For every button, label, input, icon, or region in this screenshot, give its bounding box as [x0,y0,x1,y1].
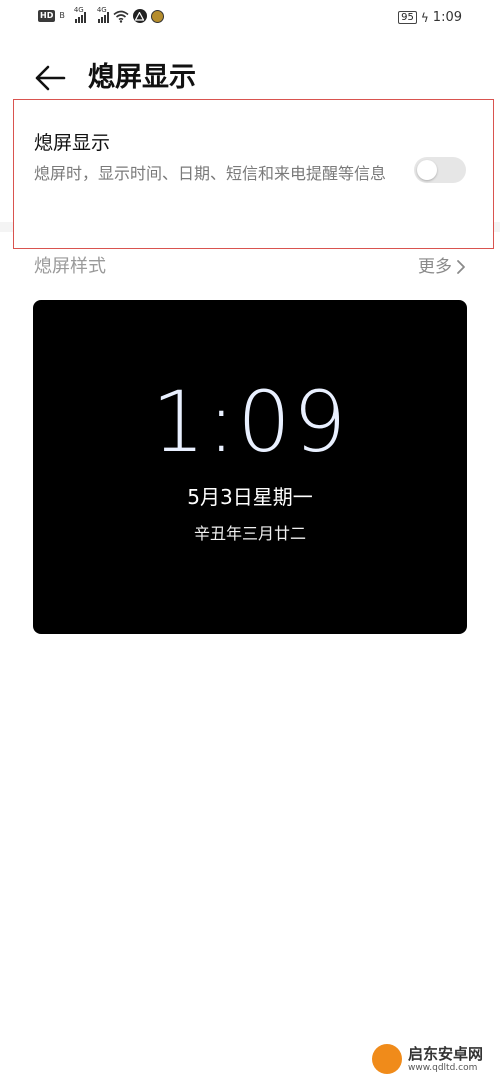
status-bar: HD B 4G 4G 95 ϟ 1:09 [0,0,500,36]
arrow-left-icon [35,65,66,91]
watermark-text: 启东安卓网 www.qdltd.com [408,1045,483,1074]
preview-date: 5月3日星期一 [187,485,313,509]
hd-badge: HD [38,10,56,22]
watermark-logo-icon [372,1044,402,1074]
setting-title: 熄屏显示 [34,132,111,154]
status-icons-left: HD B 4G 4G [38,6,164,23]
more-styles-link[interactable]: 更多 [418,254,466,280]
watermark-url: www.qdltd.com [408,1062,478,1073]
back-button[interactable] [30,58,70,98]
watermark-name: 启东安卓网 [408,1044,484,1063]
aod-style-preview[interactable]: 1:09 5月3日星期一 辛丑年三月廿二 [33,300,467,634]
sim-badge: B [59,11,65,20]
signal-icon: 4G [96,6,109,23]
page-title: 熄屏显示 [88,62,196,93]
aod-toggle-switch[interactable] [414,157,466,183]
wifi-icon [113,10,129,23]
battery-icon: 95 [398,11,417,24]
aod-toggle-row[interactable]: 熄屏显示 熄屏时，显示时间、日期、短信和来电提醒等信息 [13,99,494,249]
lightning-bolt-icon: ϟ [420,10,429,25]
app-notification-icon [150,9,164,23]
signal-icon: 4G [73,6,86,23]
status-icons-right: 95 ϟ 1:09 [398,10,462,25]
app-notification-icon [132,9,147,23]
section-label: 熄屏样式 [34,256,106,277]
toggle-knob [417,160,437,180]
aod-settings-page: HD B 4G 4G 95 ϟ 1:09 熄屏显示 熄屏显示 熄屏时，显示时间、… [0,0,500,1084]
setting-description: 熄屏时，显示时间、日期、短信和来电提醒等信息 [34,164,387,183]
preview-lunar-date: 辛丑年三月廿二 [193,524,306,543]
network-type-label: 4G [73,6,84,14]
status-time: 1:09 [432,10,462,25]
chevron-right-icon [457,260,465,274]
watermark: 启东安卓网 www.qdltd.com [372,1044,483,1074]
more-label: 更多 [418,257,452,277]
preview-clock: 1:09 [151,373,349,471]
network-type-label: 4G [96,6,107,14]
